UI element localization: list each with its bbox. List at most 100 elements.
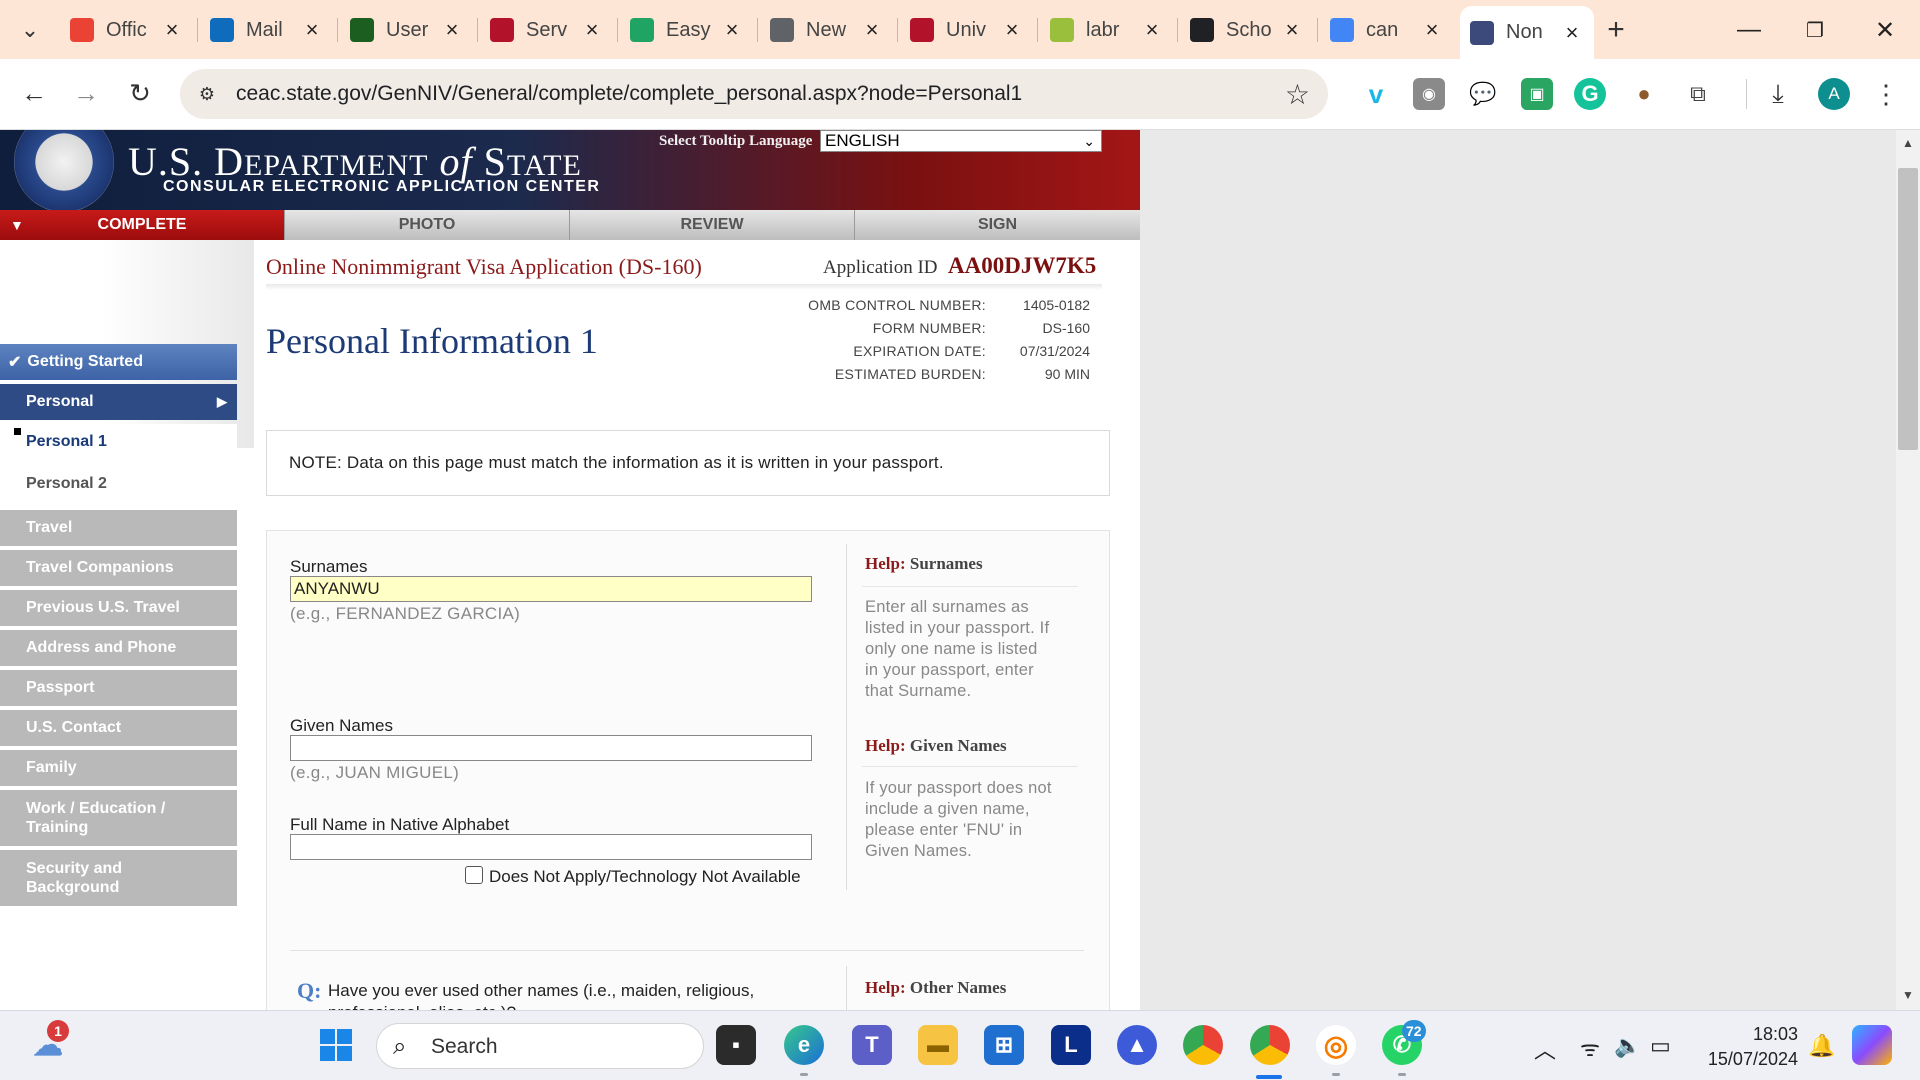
nav-travel-companions[interactable]: Travel Companions (0, 550, 237, 586)
browser-tab[interactable]: Univ × (900, 8, 1034, 52)
url-text[interactable]: ceac.state.gov/GenNIV/General/complete/c… (236, 82, 1022, 106)
extensions-puzzle-icon[interactable]: ⧉ (1682, 78, 1714, 110)
browser-menu-icon[interactable]: ⋮ (1870, 78, 1902, 110)
scroll-down-arrow-icon[interactable]: ▼ (1898, 988, 1918, 1002)
close-window-icon[interactable]: ✕ (1860, 10, 1910, 50)
grammarly-extension-icon[interactable]: G (1574, 78, 1606, 110)
browser-tab[interactable]: can × (1320, 8, 1454, 52)
nav-security-background[interactable]: Security and Background (0, 850, 237, 906)
forward-icon[interactable]: → (66, 73, 106, 113)
browser-tab[interactable]: labr × (1040, 8, 1174, 52)
surnames-input[interactable]: ANYANWU (290, 576, 812, 602)
minimize-icon[interactable]: — (1724, 10, 1774, 50)
step-complete[interactable]: ▼ COMPLETE (0, 210, 285, 240)
nav-personal-2[interactable]: Personal 2 (0, 466, 237, 502)
tooltip-language-select[interactable]: ENGLISH ⌄ (820, 130, 1102, 152)
native-name-input[interactable] (290, 834, 812, 860)
download-icon[interactable]: ⤓ (1762, 78, 1794, 110)
notification-bell-icon[interactable]: 🔔 (1808, 1033, 1835, 1059)
browser-tab[interactable]: Mail × (200, 8, 334, 52)
wifi-icon[interactable]: ᯤ (1580, 1033, 1600, 1063)
surnames-example: (e.g., FERNANDEZ GARCIA) (290, 604, 521, 623)
tab-close-icon[interactable]: × (160, 17, 184, 43)
g-icon (1190, 18, 1214, 42)
given-names-input[interactable] (290, 735, 812, 761)
step-sign[interactable]: SIGN (855, 210, 1140, 240)
tab-close-icon[interactable]: × (1140, 17, 1164, 43)
department-subtitle: CONSULAR ELECTRONIC APPLICATION CENTER (163, 178, 601, 195)
tab-close-icon[interactable]: × (1280, 17, 1304, 43)
step-review[interactable]: REVIEW (570, 210, 855, 240)
tab-close-icon[interactable]: × (1560, 20, 1584, 46)
does-not-apply-checkbox[interactable] (465, 866, 483, 884)
task-view-icon[interactable]: ▪ (716, 1025, 756, 1065)
l-app-icon[interactable]: L (1051, 1025, 1091, 1065)
tab-close-icon[interactable]: × (1420, 17, 1444, 43)
nav-work-education[interactable]: Work / Education / Training (0, 790, 237, 846)
vimeo-extension-icon[interactable]: v (1360, 78, 1392, 110)
nav-travel[interactable]: Travel (0, 510, 237, 546)
cookie-extension-icon[interactable]: ● (1628, 78, 1660, 110)
tab-close-icon[interactable]: × (300, 17, 324, 43)
browser-tab[interactable]: New × (760, 8, 894, 52)
help-divider (846, 726, 847, 890)
application-id-value: AA00DJW7K5 (948, 253, 1097, 278)
android-extension-icon[interactable]: ▣ (1521, 78, 1553, 110)
bookmark-star-icon[interactable]: ☆ (1285, 78, 1310, 111)
back-icon[interactable]: ← (14, 73, 54, 113)
taskbar-search-box[interactable]: ⌕ Search (376, 1023, 704, 1069)
bullet-icon (14, 428, 21, 435)
nav-personal[interactable]: Personal ▶ (0, 384, 237, 420)
podcast-app-icon[interactable]: ◎ (1316, 1025, 1356, 1065)
chat-extension-icon[interactable]: 💬 (1467, 78, 1499, 110)
nav-family[interactable]: Family (0, 750, 237, 786)
tab-search-chevron-icon[interactable]: ⌄ (10, 12, 50, 48)
browser-tab[interactable]: Serv × (480, 8, 614, 52)
teams-icon[interactable]: T (852, 1025, 892, 1065)
help-rule (862, 586, 1078, 587)
browser-tab[interactable]: Easy × (620, 8, 754, 52)
browser-tab[interactable]: Scho × (1180, 8, 1314, 52)
start-windows-icon[interactable] (316, 1025, 356, 1065)
does-not-apply-label[interactable]: Does Not Apply/Technology Not Available (489, 867, 801, 887)
new-tab-button[interactable]: + (1598, 12, 1634, 48)
address-bar[interactable]: ⚙ ceac.state.gov/GenNIV/General/complete… (180, 69, 1328, 119)
restore-icon[interactable]: ❐ (1790, 10, 1840, 50)
step-photo[interactable]: PHOTO (285, 210, 570, 240)
file-explorer-folder-icon[interactable]: ▬ (918, 1025, 958, 1065)
windows-taskbar: ☁ 1 ⌕ Search ▪ e T ▬ ⊞ L ▲ ◎ ✆ 72 ︿ ᯤ 🔈 … (0, 1010, 1920, 1080)
battery-icon[interactable]: ▭ (1650, 1033, 1671, 1059)
nav-getting-started[interactable]: ✔ Getting Started (0, 344, 237, 380)
nav-us-contact[interactable]: U.S. Contact (0, 710, 237, 746)
rss-extension-icon[interactable]: ◉ (1413, 78, 1445, 110)
chrome-profile-icon[interactable] (1250, 1025, 1290, 1065)
easy-icon (630, 18, 654, 42)
scroll-up-arrow-icon[interactable]: ▲ (1898, 136, 1918, 150)
tab-close-icon[interactable]: × (440, 17, 464, 43)
nav-previous-us-travel[interactable]: Previous U.S. Travel (0, 590, 237, 626)
clock-time[interactable]: 18:03 (1720, 1024, 1798, 1045)
profile-avatar[interactable]: A (1818, 78, 1850, 110)
nav-address-phone[interactable]: Address and Phone (0, 630, 237, 666)
microsoft-store-icon[interactable]: ⊞ (984, 1025, 1024, 1065)
site-info-icon[interactable]: ⚙ (194, 81, 220, 107)
tab-title: Non (1506, 21, 1543, 43)
nav-personal-1[interactable]: Personal 1 (0, 424, 237, 460)
reload-icon[interactable]: ↻ (120, 73, 160, 113)
browser-tab[interactable]: User × (340, 8, 474, 52)
chrome-icon[interactable] (1183, 1025, 1223, 1065)
tab-close-icon[interactable]: × (720, 17, 744, 43)
nav-passport[interactable]: Passport (0, 670, 237, 706)
clock-date[interactable]: 15/07/2024 (1690, 1049, 1798, 1070)
browser-tab[interactable]: Non × (1460, 6, 1594, 59)
app-triangle-icon[interactable]: ▲ (1117, 1025, 1157, 1065)
browser-tab[interactable]: Offic × (60, 8, 194, 52)
tray-overflow-chevron-icon[interactable]: ︿ (1534, 1033, 1556, 1065)
scrollbar-thumb[interactable] (1898, 168, 1918, 450)
edge-browser-icon[interactable]: e (784, 1025, 824, 1065)
tab-close-icon[interactable]: × (860, 17, 884, 43)
copilot-icon[interactable] (1852, 1025, 1892, 1065)
tab-close-icon[interactable]: × (580, 17, 604, 43)
volume-icon[interactable]: 🔈 (1614, 1033, 1641, 1059)
tab-close-icon[interactable]: × (1000, 17, 1024, 43)
